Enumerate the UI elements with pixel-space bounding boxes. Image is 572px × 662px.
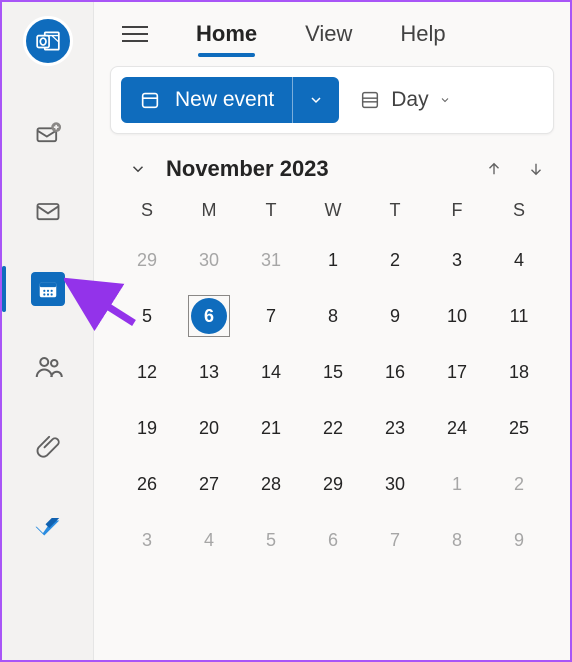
calendar-day-today[interactable]: 6 xyxy=(178,295,240,337)
calendar-day[interactable]: 16 xyxy=(364,351,426,393)
day-of-week-header: T xyxy=(364,200,426,225)
tab-view[interactable]: View xyxy=(305,21,352,47)
calendar-day[interactable]: 24 xyxy=(426,407,488,449)
prev-month-button[interactable] xyxy=(480,160,508,178)
day-of-week-header: S xyxy=(116,200,178,225)
todo-check-icon xyxy=(33,508,63,538)
day-of-week-header: M xyxy=(178,200,240,225)
calendar-day[interactable]: 10 xyxy=(426,295,488,337)
view-label: Day xyxy=(391,88,428,112)
new-event-button[interactable]: New event xyxy=(121,77,293,123)
day-of-week-header: F xyxy=(426,200,488,225)
calendar-day[interactable]: 6 xyxy=(302,519,364,561)
tab-home[interactable]: Home xyxy=(196,21,257,47)
calendar-day[interactable]: 22 xyxy=(302,407,364,449)
new-event-dropdown[interactable] xyxy=(293,77,339,123)
rail-mail[interactable] xyxy=(2,172,93,250)
calendar-day[interactable]: 30 xyxy=(178,239,240,281)
rail-todo[interactable] xyxy=(2,484,93,562)
rail-calendar[interactable] xyxy=(2,250,93,328)
calendar-day[interactable]: 29 xyxy=(302,463,364,505)
calendar-day[interactable]: 28 xyxy=(240,463,302,505)
rail-people[interactable] xyxy=(2,328,93,406)
month-title: November 2023 xyxy=(166,156,466,182)
calendar-day[interactable]: 7 xyxy=(364,519,426,561)
calendar-day[interactable]: 4 xyxy=(178,519,240,561)
people-icon xyxy=(33,352,63,382)
calendar-day[interactable]: 2 xyxy=(364,239,426,281)
ribbon-tabs: Home View Help xyxy=(94,2,570,66)
calendar-day[interactable]: 15 xyxy=(302,351,364,393)
attachment-icon xyxy=(34,431,62,459)
new-event-split-button: New event xyxy=(121,77,339,123)
calendar-day[interactable]: 26 xyxy=(116,463,178,505)
calendar-day[interactable]: 7 xyxy=(240,295,302,337)
calendar-day[interactable]: 9 xyxy=(364,295,426,337)
collapse-button[interactable] xyxy=(124,160,152,178)
calendar-day[interactable]: 8 xyxy=(302,295,364,337)
calendar-grid: SMTWTFS293031123456789101112131415161718… xyxy=(116,200,550,561)
calendar-day[interactable]: 4 xyxy=(488,239,550,281)
calendar-day[interactable]: 27 xyxy=(178,463,240,505)
calendar-blank-icon xyxy=(139,89,161,111)
calendar-day[interactable]: 25 xyxy=(488,407,550,449)
calendar-day[interactable]: 21 xyxy=(240,407,302,449)
calendar-day[interactable]: 30 xyxy=(364,463,426,505)
mail-icon xyxy=(34,197,62,225)
mail-new-icon xyxy=(34,119,62,147)
outlook-logo[interactable] xyxy=(23,16,73,66)
navigation-rail xyxy=(2,2,94,660)
mini-calendar: November 2023 SMTWTFS2930311234567891011… xyxy=(94,134,570,561)
arrow-down-icon xyxy=(527,160,545,178)
calendar-day[interactable]: 23 xyxy=(364,407,426,449)
arrow-up-icon xyxy=(485,160,503,178)
outlook-icon xyxy=(35,28,61,54)
calendar-day[interactable]: 29 xyxy=(116,239,178,281)
calendar-day[interactable]: 5 xyxy=(116,295,178,337)
chevron-down-icon xyxy=(308,92,324,108)
calendar-icon xyxy=(37,278,59,300)
calendar-day[interactable]: 20 xyxy=(178,407,240,449)
calendar-day[interactable]: 13 xyxy=(178,351,240,393)
calendar-day[interactable]: 1 xyxy=(426,463,488,505)
day-of-week-header: S xyxy=(488,200,550,225)
calendar-day[interactable]: 9 xyxy=(488,519,550,561)
calendar-day[interactable]: 3 xyxy=(116,519,178,561)
rail-mail-new[interactable] xyxy=(2,94,93,172)
view-selector[interactable]: Day xyxy=(353,88,456,112)
calendar-day[interactable]: 3 xyxy=(426,239,488,281)
calendar-day[interactable]: 11 xyxy=(488,295,550,337)
calendar-day[interactable]: 1 xyxy=(302,239,364,281)
calendar-day[interactable]: 17 xyxy=(426,351,488,393)
next-month-button[interactable] xyxy=(522,160,550,178)
chevron-down-icon xyxy=(439,94,451,106)
calendar-day[interactable]: 5 xyxy=(240,519,302,561)
calendar-day[interactable]: 12 xyxy=(116,351,178,393)
day-view-icon xyxy=(359,89,381,111)
calendar-day[interactable]: 2 xyxy=(488,463,550,505)
toolbar: New event Day xyxy=(110,66,554,134)
active-indicator xyxy=(2,266,6,312)
hamburger-button[interactable] xyxy=(122,26,148,42)
rail-files[interactable] xyxy=(2,406,93,484)
calendar-day[interactable]: 8 xyxy=(426,519,488,561)
main-content: Home View Help New event xyxy=(94,2,570,660)
new-event-label: New event xyxy=(175,88,274,112)
calendar-day[interactable]: 19 xyxy=(116,407,178,449)
calendar-day[interactable]: 14 xyxy=(240,351,302,393)
day-of-week-header: T xyxy=(240,200,302,225)
calendar-day[interactable]: 18 xyxy=(488,351,550,393)
day-of-week-header: W xyxy=(302,200,364,225)
tab-help[interactable]: Help xyxy=(400,21,445,47)
chevron-down-icon xyxy=(129,160,147,178)
calendar-day[interactable]: 31 xyxy=(240,239,302,281)
